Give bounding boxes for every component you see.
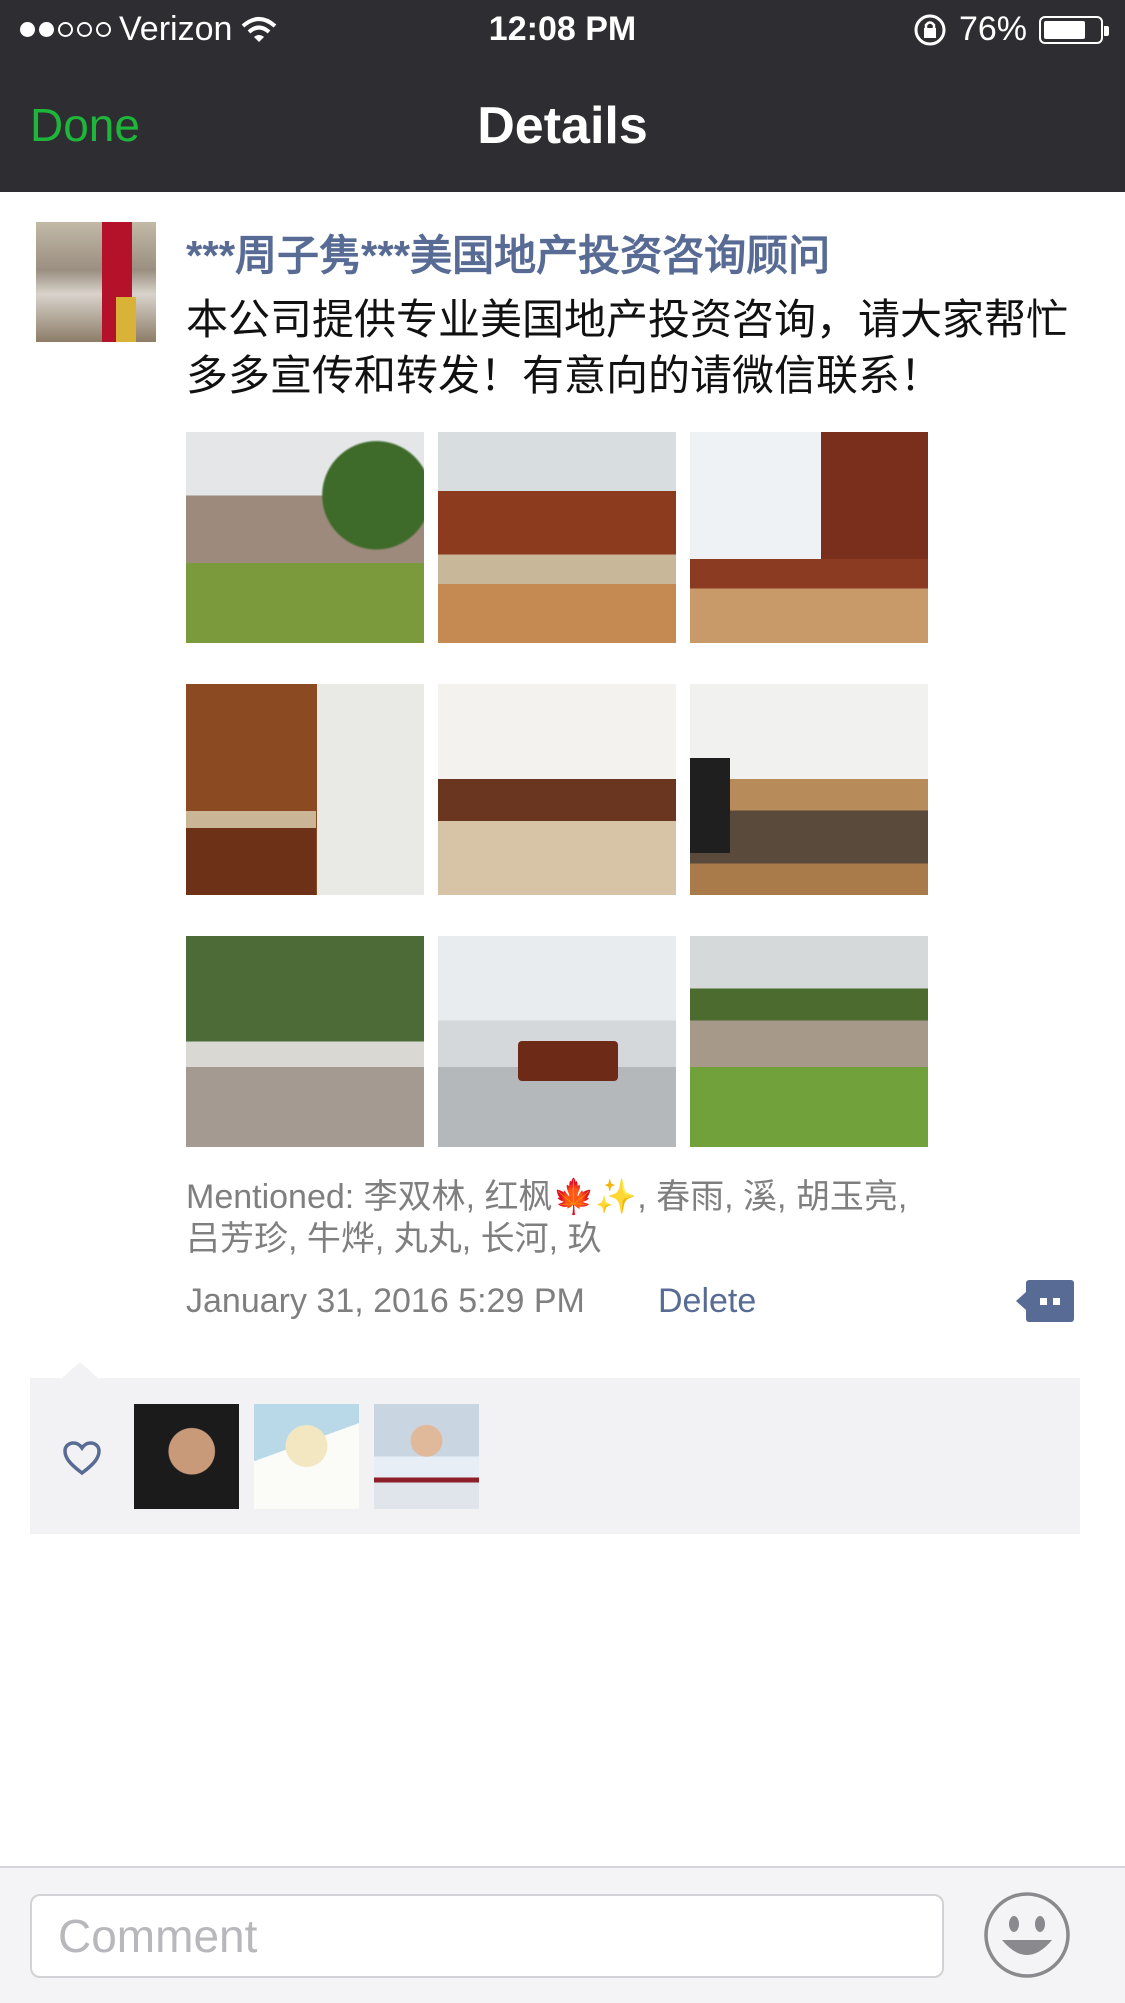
post-text: 本公司提供专业美国地产投资咨询，请大家帮忙多多宣传和转发！有意向的请微信联系！ [186, 296, 1069, 399]
status-bar-right: 76% [913, 10, 1109, 49]
nav-bar: Done Details [0, 60, 1125, 192]
likes-caret [62, 1362, 98, 1378]
photo-bathroom[interactable] [438, 684, 676, 895]
liker-avatar-1[interactable] [134, 1404, 239, 1509]
photo-grid [186, 432, 928, 1148]
comment-bubble-icon[interactable] [1016, 1280, 1074, 1322]
photo-wine-rack-bar[interactable] [186, 684, 424, 895]
status-bar: Verizon 12:08 PM 76% [0, 0, 1125, 60]
photo-kitchen[interactable] [438, 432, 676, 643]
liker-avatar-3[interactable] [374, 1404, 479, 1509]
photo-house-exterior-front[interactable] [186, 432, 424, 643]
emoji-smiley-icon[interactable] [982, 1890, 1072, 1980]
heart-icon [63, 1441, 101, 1476]
liker-avatar-2[interactable] [254, 1404, 359, 1509]
done-button[interactable]: Done [30, 98, 140, 152]
page-title: Details [477, 97, 648, 155]
rotation-lock-icon [914, 14, 946, 45]
comment-input[interactable] [30, 1894, 944, 1978]
comment-bar [0, 1866, 1125, 2003]
author-name[interactable]: ***周子隽***美国地产投资咨询顾问 [186, 222, 830, 283]
photo-living-room[interactable] [690, 684, 928, 895]
post-timestamp: January 31, 2016 5:29 PM [186, 1282, 585, 1320]
delete-button[interactable]: Delete [658, 1282, 756, 1321]
photo-house-exterior-rear[interactable] [690, 936, 928, 1147]
battery-icon [1039, 15, 1109, 44]
photo-basement-pool-table[interactable] [438, 936, 676, 1147]
photo-deck-woods[interactable] [186, 936, 424, 1147]
photo-kitchen-dining[interactable] [690, 432, 928, 643]
mentioned-list: Mentioned: 李双林, 红枫🍁✨, 春雨, 溪, 胡玉亮, 吕芳珍, 牛… [186, 1178, 908, 1258]
author-avatar[interactable] [36, 222, 156, 342]
battery-percent: 76% [958, 10, 1027, 48]
